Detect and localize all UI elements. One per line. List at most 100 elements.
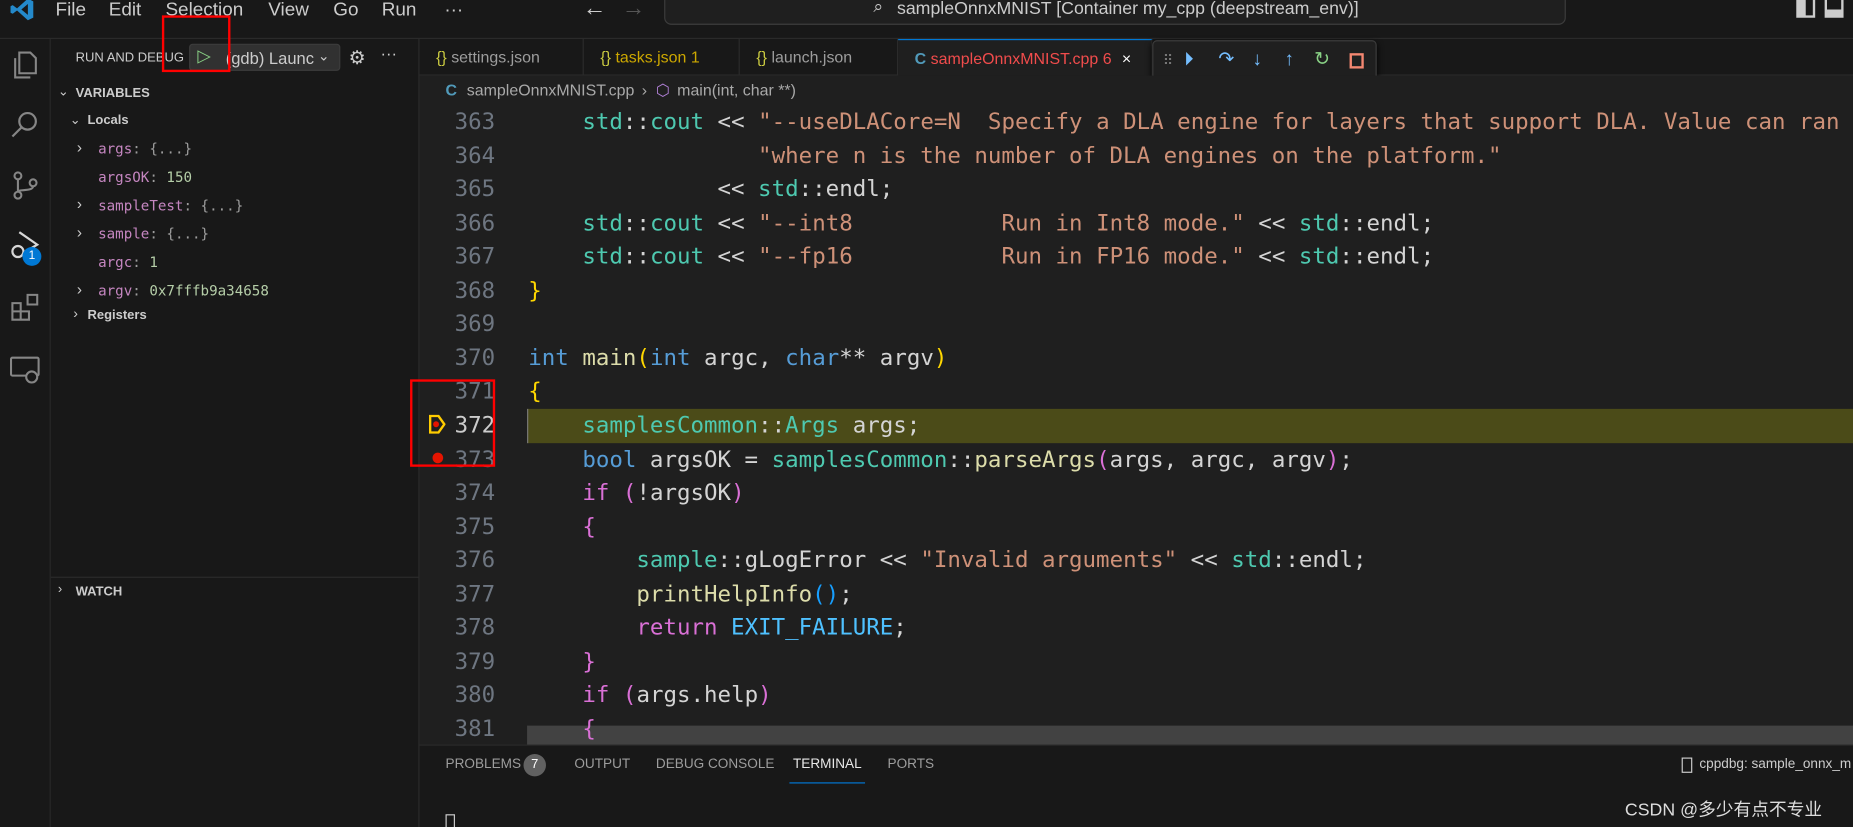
activity-bar: 1 xyxy=(0,38,51,827)
code-token: if xyxy=(582,479,610,506)
explorer-icon[interactable] xyxy=(8,48,41,81)
tab-launch-json[interactable]: {} launch.json xyxy=(740,38,899,76)
code-line: bool argsOK = samplesCommon::parseArgs(a… xyxy=(528,443,1353,477)
tab-output[interactable]: OUTPUT xyxy=(574,758,630,772)
tab-debug-console[interactable]: DEBUG CONSOLE xyxy=(656,758,775,772)
method-icon: ⬡ xyxy=(655,81,670,100)
variable-value: {...} xyxy=(149,140,193,158)
annotation-highlight-box xyxy=(161,15,231,73)
code-line: std::cout << "--useDLACore=N Specify a D… xyxy=(528,105,1839,139)
code-token: samplesCommon xyxy=(582,412,759,439)
debug-badge: 1 xyxy=(22,246,42,266)
code-token: :: xyxy=(622,108,650,135)
code-line: if (args.help) xyxy=(528,679,771,713)
code-token: return xyxy=(636,614,718,641)
terminal-cursor[interactable] xyxy=(445,814,455,827)
code-token: :: xyxy=(622,243,650,270)
drag-handle-icon[interactable]: ⠿ xyxy=(1163,41,1173,79)
command-center-search[interactable]: ⌕ sampleOnnxMNIST [Container my_cpp (dee… xyxy=(664,0,1566,25)
code-token: parseArgs xyxy=(974,446,1097,473)
more-menu[interactable]: ··· xyxy=(444,0,463,20)
code-line: << std::endl; xyxy=(528,173,893,207)
variable-value: {...} xyxy=(200,197,244,214)
forward-arrow-icon[interactable]: → xyxy=(622,0,646,22)
extensions-icon[interactable] xyxy=(8,291,41,324)
locals-scope[interactable]: Locals xyxy=(87,113,128,127)
stop-icon[interactable] xyxy=(1349,53,1364,69)
variable-item[interactable]: argc: 1 xyxy=(98,254,158,271)
tab-terminal[interactable]: TERMINAL xyxy=(793,758,862,772)
breadcrumb-symbol[interactable]: main(int, char **) xyxy=(677,76,796,106)
code-editor[interactable]: C sampleOnnxMNIST.cpp › ⬡ main(int, char… xyxy=(410,75,1853,745)
gear-icon[interactable]: ⚙ xyxy=(349,46,366,70)
variable-value: 0x7fffb9a34658 xyxy=(149,282,269,299)
code-token: std xyxy=(1298,243,1340,270)
step-over-icon[interactable]: ↷ xyxy=(1218,41,1234,79)
menu-file[interactable]: File xyxy=(56,0,86,20)
line-number: 380 xyxy=(454,682,496,709)
code-token: :: xyxy=(947,446,975,473)
tab-sampleonnxmnist-cpp[interactable]: C sampleOnnxMNIST.cpp 6 × xyxy=(898,38,1153,77)
chevron-down-icon: ⌄ xyxy=(317,47,330,64)
chevron-down-icon: ⌄ xyxy=(57,85,69,100)
terminal-name[interactable]: cppdbg: sample_onnx_m xyxy=(1699,758,1851,772)
separator: : xyxy=(132,254,150,271)
menu-view[interactable]: View xyxy=(268,0,309,20)
toggle-sidebar-icon[interactable] xyxy=(1796,0,1816,18)
breadcrumb-file[interactable]: sampleOnnxMNIST.cpp xyxy=(467,76,635,106)
back-arrow-icon[interactable]: ← xyxy=(583,0,607,22)
variable-item[interactable]: sample: {...} xyxy=(98,226,209,243)
code-token: :: xyxy=(717,547,745,574)
more-actions-icon[interactable]: ··· xyxy=(381,44,398,63)
remote-explorer-icon[interactable] xyxy=(8,352,41,385)
variable-item[interactable]: sampleTest: {...} xyxy=(98,197,243,214)
chevron-right-icon: › xyxy=(76,223,82,242)
active-tab-underline xyxy=(789,782,866,784)
variable-item[interactable]: argv: 0x7fffb9a34658 xyxy=(98,282,269,299)
line-number: 364 xyxy=(454,142,496,169)
code-token: ; xyxy=(893,614,907,641)
registers-scope[interactable]: Registers xyxy=(87,308,146,322)
menu-run[interactable]: Run xyxy=(382,0,417,20)
restart-icon[interactable]: ↻ xyxy=(1314,41,1330,79)
code-token: args, argc, argv xyxy=(1109,446,1326,473)
tab-tasks-json[interactable]: {} tasks.json 1 xyxy=(584,38,740,76)
menu-edit[interactable]: Edit xyxy=(109,0,142,20)
close-icon[interactable]: × xyxy=(1122,50,1131,68)
step-into-icon[interactable]: ↓ xyxy=(1253,41,1262,79)
code-token: ) xyxy=(933,344,948,371)
source-control-icon[interactable] xyxy=(8,169,41,202)
code-token: std xyxy=(1298,209,1340,236)
title-bar: File Edit Selection View Go Run ··· ← → … xyxy=(0,0,1853,39)
code-token: argsOK = xyxy=(636,446,772,473)
menu-go[interactable]: Go xyxy=(333,0,358,20)
toggle-panel-icon[interactable] xyxy=(1824,0,1844,18)
search-icon[interactable] xyxy=(8,108,41,141)
variable-name: args xyxy=(98,140,133,158)
variable-value: {...} xyxy=(166,225,210,243)
code-token: ( xyxy=(1096,446,1110,473)
line-number: 378 xyxy=(454,614,496,641)
tab-problems[interactable]: PROBLEMS xyxy=(446,758,522,772)
code-token: gLogError xyxy=(744,547,867,574)
code-token: ; xyxy=(1352,547,1367,574)
variable-item[interactable]: argsOK: 150 xyxy=(98,169,192,186)
tab-ports[interactable]: PORTS xyxy=(888,758,935,772)
cpp-file-icon: C xyxy=(914,49,927,68)
variable-item[interactable]: args: {...} xyxy=(98,141,192,158)
step-out-icon[interactable]: ↑ xyxy=(1285,41,1294,79)
tab-settings-json[interactable]: {} settings.json xyxy=(420,38,584,76)
continue-icon[interactable]: ⏵ xyxy=(1184,41,1193,79)
separator: : xyxy=(132,140,150,158)
code-token: ) xyxy=(1325,446,1340,473)
variables-header[interactable]: VARIABLES xyxy=(76,86,150,100)
code-token: std xyxy=(582,108,623,135)
watch-header[interactable]: WATCH xyxy=(76,585,123,599)
code-token: endl xyxy=(825,176,880,203)
